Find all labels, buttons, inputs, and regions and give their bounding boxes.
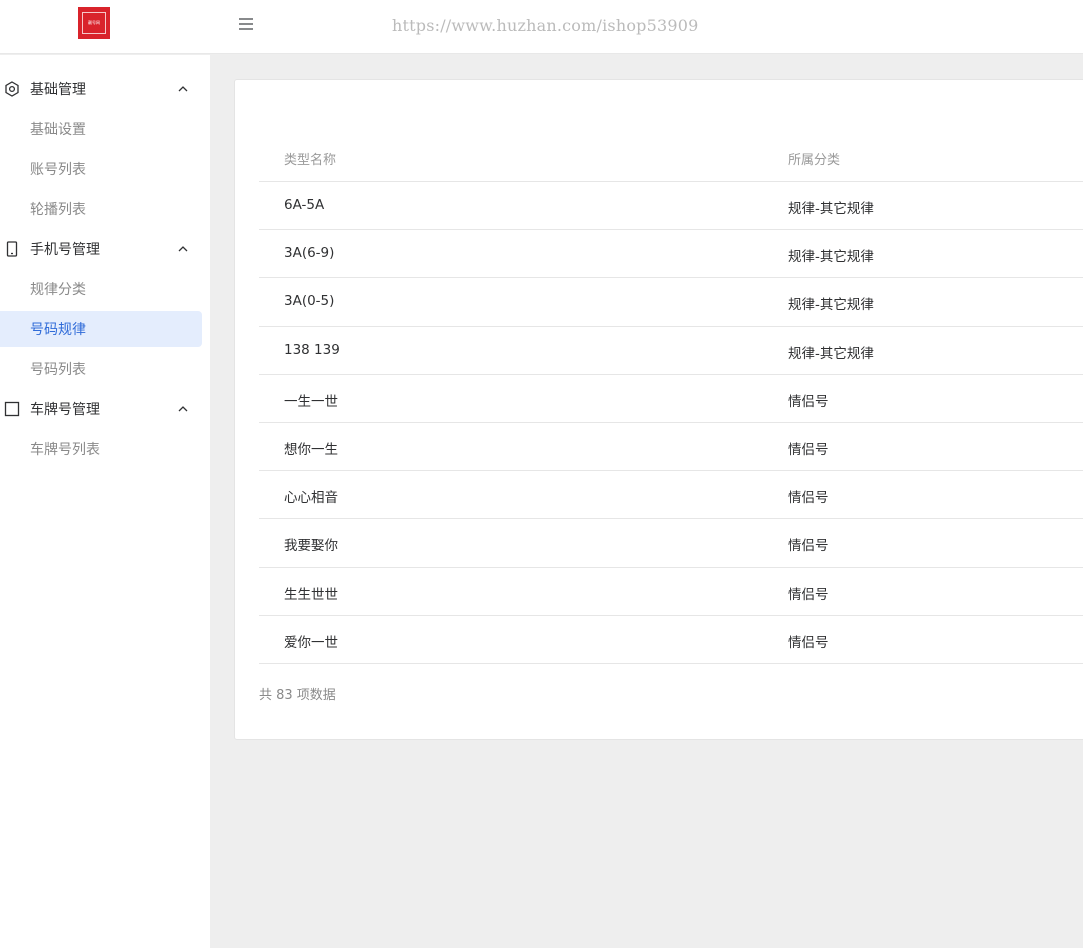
sidebar-item-account-list[interactable]: 账号列表 — [0, 151, 202, 187]
table-row[interactable]: 6A-5A 规律-其它规律 — [259, 182, 1083, 231]
table-row[interactable]: 想你一生 情侣号 — [259, 423, 1083, 472]
cell-category: 规律-其它规律 — [788, 345, 874, 362]
cell-type-name: 生生世世 — [284, 586, 338, 603]
cell-category: 情侣号 — [788, 634, 829, 651]
content-card: 类型名称 所属分类 6A-5A 规律-其它规律 3A(6-9) 规律-其它规律 … — [234, 79, 1083, 740]
table-header: 类型名称 所属分类 — [259, 136, 1083, 182]
sidebar-item-number-rules[interactable]: 号码规律 — [0, 311, 202, 347]
sidebar-item-basic-settings[interactable]: 基础设置 — [0, 111, 202, 147]
cell-type-name: 3A(6-9) — [284, 245, 335, 262]
sidebar-menu: 基础管理 基础设置 账号列表 轮播列表 手机号管理 规律分类 号码规律 号码列表… — [0, 55, 210, 948]
sidebar-item-label: 账号列表 — [30, 162, 86, 178]
watermark-url: https://www.huzhan.com/ishop53909 — [392, 16, 699, 35]
cell-category: 情侣号 — [788, 538, 829, 555]
cell-type-name: 一生一世 — [284, 393, 338, 410]
square-icon — [4, 401, 20, 417]
cell-category: 规律-其它规律 — [788, 201, 874, 217]
menu-group-label: 车牌号管理 — [30, 402, 100, 418]
table-row[interactable]: 3A(0-5) 规律-其它规律 — [259, 278, 1083, 327]
cell-category: 情侣号 — [788, 586, 829, 603]
column-header-type-name[interactable]: 类型名称 — [284, 149, 336, 168]
cell-type-name: 想你一生 — [284, 441, 338, 458]
table-row[interactable]: 一生一世 情侣号 — [259, 375, 1083, 423]
table-row[interactable]: 生生世世 情侣号 — [259, 568, 1083, 616]
menu-group-basic[interactable]: 基础管理 — [0, 71, 210, 107]
cell-type-name: 6A-5A — [284, 197, 325, 213]
logo-frame: 靓号网 — [82, 12, 106, 34]
menu-group-label: 基础管理 — [30, 82, 86, 98]
table-row[interactable]: 我要娶你 情侣号 — [259, 519, 1083, 568]
menu-group-label: 手机号管理 — [30, 242, 100, 258]
rules-table: 类型名称 所属分类 6A-5A 规律-其它规律 3A(6-9) 规律-其它规律 … — [259, 136, 1083, 664]
brand-logo[interactable]: 靓号网 — [78, 7, 110, 39]
cell-type-name: 138 139 — [284, 341, 340, 358]
settings-hexagon-icon — [4, 81, 20, 97]
chevron-up-icon — [177, 243, 189, 255]
column-header-category[interactable]: 所属分类 — [788, 149, 840, 168]
sidebar-item-label: 号码列表 — [30, 362, 86, 378]
sidebar-item-label: 车牌号列表 — [30, 442, 100, 458]
sidebar-item-label: 轮播列表 — [30, 202, 86, 218]
table-row[interactable]: 3A(6-9) 规律-其它规律 — [259, 230, 1083, 279]
cell-category: 情侣号 — [788, 490, 829, 507]
hamburger-icon[interactable] — [237, 15, 255, 33]
table-row[interactable]: 138 139 规律-其它规律 — [259, 327, 1083, 375]
sidebar-item-carousel-list[interactable]: 轮播列表 — [0, 191, 202, 227]
app-window: 靓号网 https://www.huzhan.com/ishop53909 基础… — [0, 0, 1083, 948]
table-row[interactable]: 心心相音 情侣号 — [259, 471, 1083, 520]
sidebar-item-label: 号码规律 — [30, 322, 86, 338]
logo-text: 靓号网 — [88, 20, 100, 25]
cell-category: 情侣号 — [788, 393, 829, 410]
sidebar-item-rule-category[interactable]: 规律分类 — [0, 271, 202, 307]
sidebar-item-plate-list[interactable]: 车牌号列表 — [0, 431, 202, 467]
sidebar-item-label: 规律分类 — [30, 282, 86, 298]
menu-group-plate[interactable]: 车牌号管理 — [0, 391, 210, 427]
cell-type-name: 爱你一世 — [284, 634, 338, 651]
cell-category: 规律-其它规律 — [788, 297, 874, 314]
sidebar-item-label: 基础设置 — [30, 122, 86, 138]
chevron-up-icon — [177, 83, 189, 95]
cell-type-name: 我要娶你 — [284, 538, 338, 555]
mobile-phone-icon — [4, 241, 20, 257]
table-row[interactable]: 爱你一世 情侣号 — [259, 616, 1083, 664]
top-header: 靓号网 https://www.huzhan.com/ishop53909 — [0, 0, 1083, 54]
chevron-up-icon — [177, 403, 189, 415]
menu-group-phone[interactable]: 手机号管理 — [0, 231, 210, 267]
sidebar-item-number-list[interactable]: 号码列表 — [0, 351, 202, 387]
cell-category: 规律-其它规律 — [788, 249, 874, 266]
cell-type-name: 心心相音 — [284, 490, 338, 507]
cell-type-name: 3A(0-5) — [284, 293, 335, 310]
pagination-total: 共 83 项数据 — [259, 688, 336, 703]
cell-category: 情侣号 — [788, 441, 829, 458]
